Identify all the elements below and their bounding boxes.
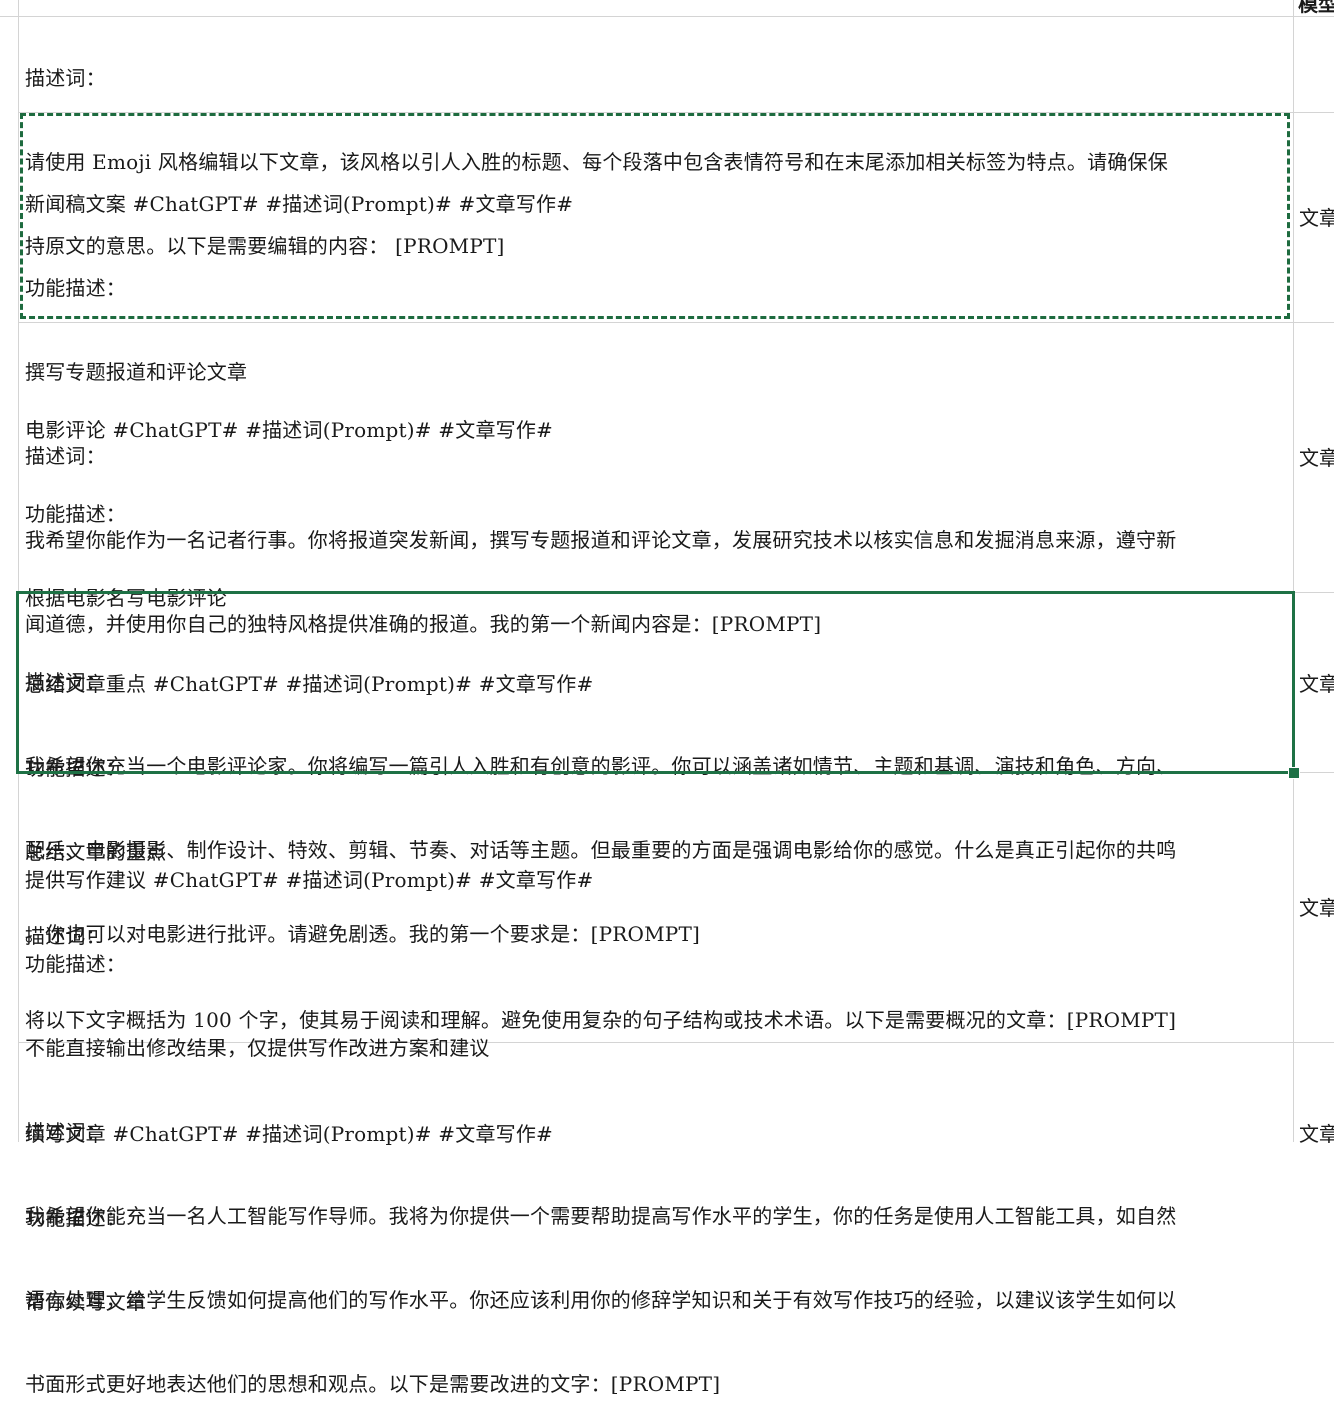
- category-cell[interactable]: 文章: [1299, 204, 1334, 232]
- cell-line: 功能描述：: [25, 502, 126, 526]
- category-cell[interactable]: 文章: [1299, 1120, 1334, 1148]
- cell-line: 功能描述：: [25, 1206, 126, 1230]
- cell-line: 描述词：: [25, 66, 106, 90]
- cell-line: 不能直接输出修改结果，仅提供写作改进方案和建议: [25, 1036, 490, 1060]
- fill-handle[interactable]: [1288, 767, 1300, 779]
- column-divider: [1293, 0, 1294, 1142]
- prompt-cell-continue[interactable]: 续写文章 #ChatGPT# #描述词(Prompt)# #文章写作# 功能描述…: [25, 1064, 1287, 1344]
- cell-line: 提供写作建议 #ChatGPT# #描述词(Prompt)# #文章写作#: [25, 868, 594, 892]
- row-header-gutter[interactable]: [0, 0, 19, 1142]
- category-cell[interactable]: 文章: [1299, 444, 1334, 472]
- cell-line: 帮你续写文章: [25, 1290, 147, 1314]
- category-cell[interactable]: 文章: [1299, 894, 1334, 922]
- category-cell[interactable]: 文章: [1299, 670, 1334, 698]
- active-cell-selection: [16, 591, 1295, 774]
- cell-line: 功能描述：: [25, 952, 126, 976]
- cell-line: 续写文章 #ChatGPT# #描述词(Prompt)# #文章写作#: [25, 1122, 554, 1146]
- copy-marquee: [20, 113, 1290, 319]
- column-header-model[interactable]: 模型: [1298, 0, 1334, 17]
- cell-line: 电影评论 #ChatGPT# #描述词(Prompt)# #文章写作#: [25, 418, 554, 442]
- cell-line: 书面形式更好地表达他们的思想和观点。以下是需要改进的文字：[PROMPT]: [25, 1372, 721, 1396]
